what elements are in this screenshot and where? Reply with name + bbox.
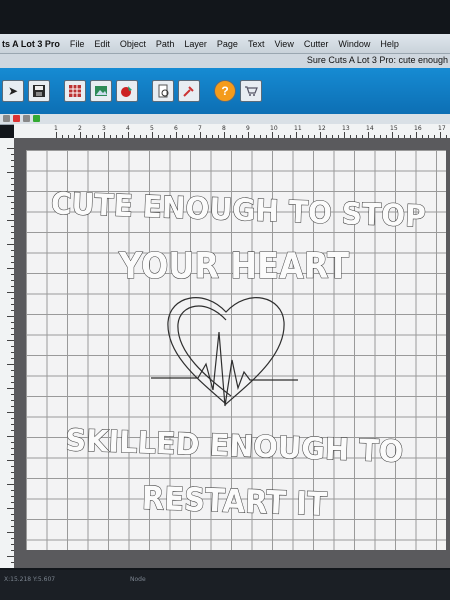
- menu-file[interactable]: File: [70, 39, 85, 49]
- ruler-tick-label: 5: [150, 125, 154, 132]
- ruler-tick: [7, 460, 14, 461]
- status-bar: X:15.218 Y:5.607 Node: [0, 570, 450, 600]
- ruler-tick: [7, 556, 14, 557]
- ruler-tick: [7, 220, 14, 221]
- tools-icon[interactable]: [178, 80, 200, 102]
- menu-view[interactable]: View: [274, 39, 293, 49]
- ruler-tick: [7, 340, 14, 341]
- toolbar: ➤ ?: [0, 68, 450, 114]
- ruler-tick: [7, 364, 14, 365]
- minimize-icon[interactable]: [23, 115, 30, 122]
- window-title-bar: Sure Cuts A Lot 3 Pro: cute enough: [0, 54, 450, 69]
- design-line-1[interactable]: CUTE ENOUGH TO STOP: [50, 186, 427, 235]
- design-line-2[interactable]: YOUR HEART: [118, 245, 350, 287]
- ruler-tick-label: 4: [126, 125, 130, 132]
- menu-layer[interactable]: Layer: [184, 39, 207, 49]
- ruler-tick: [7, 412, 14, 413]
- arrow-icon[interactable]: ➤: [2, 80, 24, 102]
- ruler-tick-label: 8: [222, 125, 226, 132]
- ruler-tick-label: 10: [270, 125, 278, 132]
- add-icon[interactable]: [33, 115, 40, 122]
- toggle-icon[interactable]: [3, 115, 10, 122]
- status-mode: Node: [130, 576, 146, 583]
- design-line-4[interactable]: RESTART IT: [141, 478, 328, 524]
- design-artwork[interactable]: .out{font-family:"DejaVu Sans",sans-seri…: [26, 150, 446, 550]
- ruler-tick-label: 2: [78, 125, 82, 132]
- ruler-tick-label: 13: [342, 125, 350, 132]
- ruler-tick: [7, 388, 14, 389]
- menu-cutter[interactable]: Cutter: [304, 39, 329, 49]
- ruler-tick-label: 3: [102, 125, 106, 132]
- save-icon[interactable]: [28, 80, 50, 102]
- left-ruler: [0, 138, 15, 568]
- ruler-tick-label: 9: [246, 125, 250, 132]
- paint-icon[interactable]: [116, 80, 138, 102]
- ruler-tick: [7, 292, 14, 293]
- ruler-tick-label: 14: [366, 125, 374, 132]
- top-ruler: 1 2 3 4 5 6 7 8 9 10 11 12 13 14 15 16 17: [14, 124, 450, 139]
- grid-icon[interactable]: [64, 80, 86, 102]
- ruler-tick-label: 7: [198, 125, 202, 132]
- document-icon[interactable]: [152, 80, 174, 102]
- ruler-tick-label: 12: [318, 125, 326, 132]
- app-menu[interactable]: ts A Lot 3 Pro: [2, 39, 60, 49]
- cart-icon[interactable]: [240, 80, 262, 102]
- menu-bar: ts A Lot 3 Pro File Edit Object Path Lay…: [0, 34, 450, 54]
- ruler-tick-label: 17: [438, 125, 446, 132]
- design-line-3[interactable]: SKILLED ENOUGH TO: [64, 423, 404, 471]
- window-title: Sure Cuts A Lot 3 Pro: cute enough: [306, 55, 448, 65]
- ruler-tick-label: 16: [414, 125, 422, 132]
- menu-help[interactable]: Help: [380, 39, 399, 49]
- menu-window[interactable]: Window: [338, 39, 370, 49]
- image-icon[interactable]: [90, 80, 112, 102]
- close-icon[interactable]: [13, 115, 20, 122]
- menu-text[interactable]: Text: [248, 39, 265, 49]
- help-icon[interactable]: ?: [214, 80, 236, 102]
- ruler-tick: [7, 436, 14, 437]
- menu-edit[interactable]: Edit: [94, 39, 110, 49]
- ruler-tick: [7, 148, 14, 149]
- ruler-tick-label: 6: [174, 125, 178, 132]
- screen: ts A Lot 3 Pro File Edit Object Path Lay…: [0, 0, 450, 600]
- ruler-tick: [7, 172, 14, 173]
- ruler-tick: [7, 484, 14, 485]
- cursor-coordinates: X:15.218 Y:5.607: [4, 576, 56, 583]
- ruler-tick: [7, 508, 14, 509]
- heart-ekg-icon[interactable]: [151, 297, 298, 407]
- ruler-tick-label: 15: [390, 125, 398, 132]
- ruler-tick: [7, 244, 14, 245]
- ruler-tick: [7, 316, 14, 317]
- ruler-tick: [7, 532, 14, 533]
- ruler-tick: [7, 196, 14, 197]
- ruler-tick-label: 11: [294, 125, 302, 132]
- ruler-tick-label: 1: [54, 125, 58, 132]
- menu-object[interactable]: Object: [120, 39, 146, 49]
- ruler-tick: [7, 268, 14, 269]
- menu-page[interactable]: Page: [217, 39, 238, 49]
- menu-path[interactable]: Path: [156, 39, 175, 49]
